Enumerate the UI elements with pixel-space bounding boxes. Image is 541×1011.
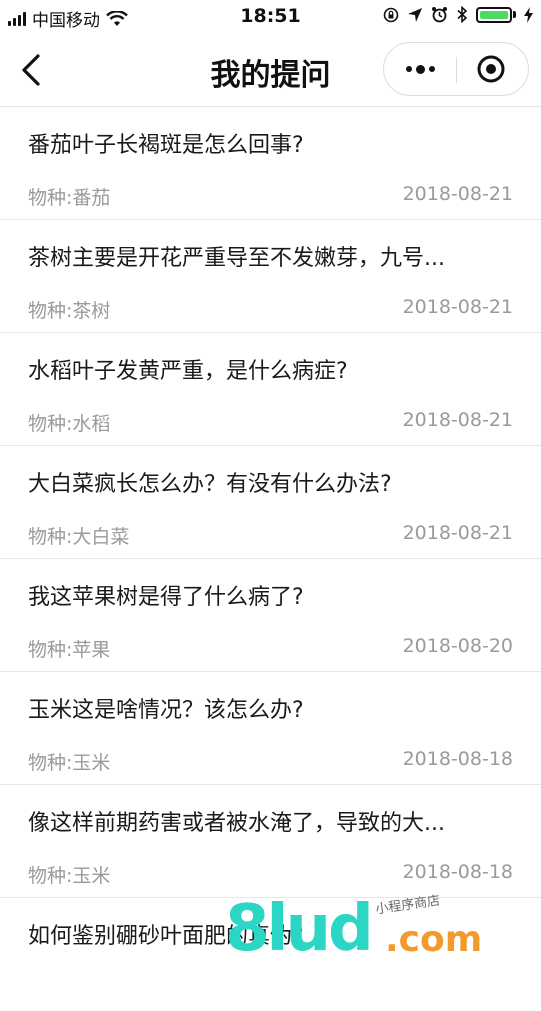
more-button[interactable] bbox=[384, 43, 456, 95]
question-date: 2018-08-21 bbox=[402, 183, 513, 205]
question-title: 茶树主要是开花严重导至不发嫩芽，九号... bbox=[28, 246, 445, 271]
question-species: 物种:玉米 bbox=[28, 865, 111, 887]
question-item[interactable]: 大白菜疯长怎么办？有没有什么办法? 物种:大白菜 2018-08-21 bbox=[0, 446, 541, 559]
question-species: 物种:大白菜 bbox=[28, 526, 130, 548]
question-title: 番茄叶子长褐斑是怎么回事? bbox=[28, 133, 304, 158]
status-bar: 中国移动 18:51 bbox=[0, 0, 541, 36]
question-date: 2018-08-18 bbox=[402, 861, 513, 883]
question-item[interactable]: 番茄叶子长褐斑是怎么回事? 物种:番茄 2018-08-21 bbox=[0, 107, 541, 220]
question-species: 物种:水稻 bbox=[28, 413, 111, 435]
question-title: 大白菜疯长怎么办？有没有什么办法? bbox=[28, 472, 392, 497]
target-close-icon bbox=[477, 55, 505, 83]
status-right bbox=[383, 6, 533, 23]
more-icon-dot bbox=[429, 66, 435, 72]
question-item[interactable]: 玉米这是啥情况？该怎么办? 物种:玉米 2018-08-18 bbox=[0, 672, 541, 785]
question-date: 2018-08-18 bbox=[402, 748, 513, 770]
question-species: 物种:苹果 bbox=[28, 639, 111, 661]
question-title: 我这苹果树是得了什么病了? bbox=[28, 585, 304, 610]
navigation-bar: 我的提问 bbox=[0, 36, 541, 107]
question-item[interactable]: 茶树主要是开花严重导至不发嫩芽，九号... 物种:茶树 2018-08-21 bbox=[0, 220, 541, 333]
charging-icon bbox=[524, 6, 533, 23]
question-title: 水稻叶子发黄严重，是什么病症? bbox=[28, 359, 348, 384]
question-species: 物种:玉米 bbox=[28, 752, 111, 774]
watermark-logo: 8lud .com 小程序商店 bbox=[215, 890, 515, 966]
question-item[interactable]: 我这苹果树是得了什么病了? 物种:苹果 2018-08-20 bbox=[0, 559, 541, 672]
rotation-lock-icon bbox=[383, 7, 399, 22]
question-species: 物种:茶树 bbox=[28, 300, 111, 322]
question-item[interactable]: 像这样前期药害或者被水淹了，导致的大... 物种:玉米 2018-08-18 bbox=[0, 785, 541, 898]
bluetooth-icon bbox=[457, 6, 468, 23]
mini-program-capsule bbox=[383, 42, 529, 96]
question-title: 像这样前期药害或者被水淹了，导致的大... bbox=[28, 811, 445, 836]
question-item[interactable]: 水稻叶子发黄严重，是什么病症? 物种:水稻 2018-08-21 bbox=[0, 333, 541, 446]
more-icon-dot bbox=[416, 64, 425, 74]
more-icon bbox=[406, 66, 412, 72]
question-list: 番茄叶子长褐斑是怎么回事? 物种:番茄 2018-08-21 茶树主要是开花严重… bbox=[0, 107, 541, 1011]
location-icon bbox=[408, 7, 422, 22]
alarm-icon bbox=[432, 7, 447, 23]
battery-icon bbox=[476, 6, 516, 23]
close-mini-program-button[interactable] bbox=[457, 43, 529, 95]
watermark-tagline: 小程序商店 bbox=[374, 893, 442, 918]
question-date: 2018-08-21 bbox=[402, 522, 513, 544]
watermark-tld: .com bbox=[385, 919, 483, 960]
question-title: 玉米这是啥情况？该怎么办? bbox=[28, 698, 304, 723]
question-date: 2018-08-21 bbox=[402, 296, 513, 318]
question-species: 物种:番茄 bbox=[28, 187, 111, 209]
watermark-brand: 8lud bbox=[225, 892, 374, 966]
question-date: 2018-08-20 bbox=[402, 635, 513, 657]
question-date: 2018-08-21 bbox=[402, 409, 513, 431]
